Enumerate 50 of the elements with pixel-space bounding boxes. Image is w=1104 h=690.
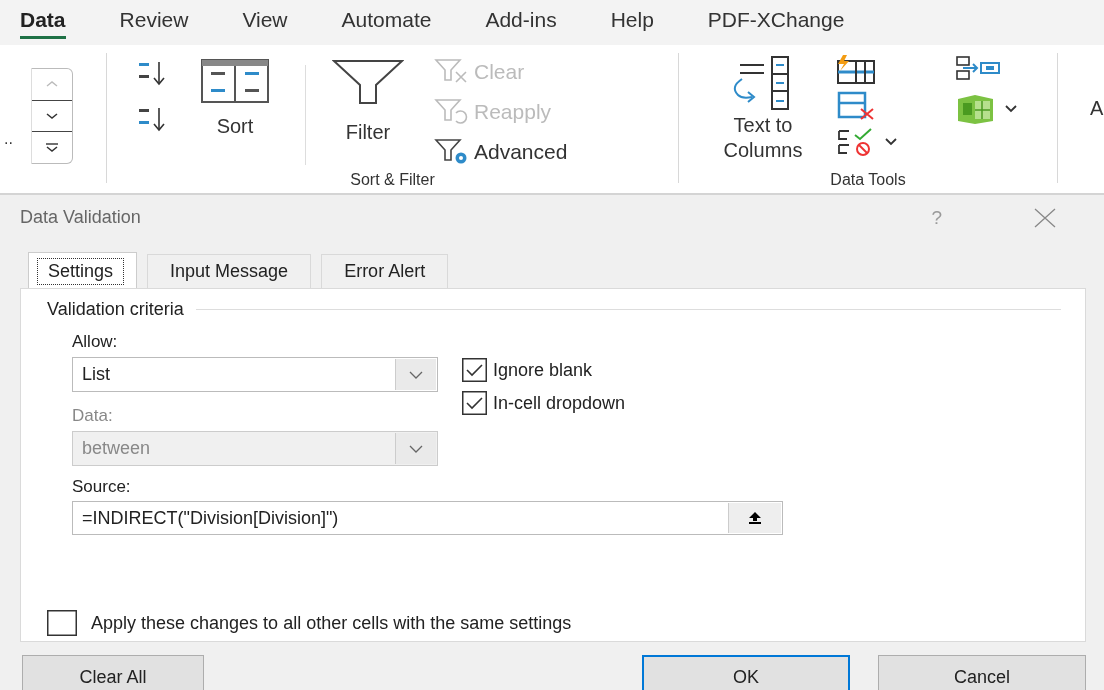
dialog-tab[interactable]: Settings (28, 252, 138, 289)
gallery-item-fragment: .. (4, 130, 13, 148)
filter-button[interactable]: Filter (332, 55, 404, 144)
chevron-down-icon (408, 443, 424, 454)
relationships-icon[interactable] (955, 55, 1003, 81)
caret-icon[interactable] (1003, 103, 1019, 115)
dialog-button[interactable]: Clear All (22, 655, 204, 690)
sort-button[interactable]: Sort (201, 55, 269, 138)
ribbon-tab[interactable]: PDF-XChange (707, 0, 845, 39)
filter-command: Reapply (434, 95, 568, 129)
checkbox-label: Ignore blank (493, 359, 593, 381)
ribbon-command-fragment[interactable]: A (1090, 97, 1104, 193)
section-title: Validation criteria (47, 299, 184, 320)
source-field[interactable]: =INDIRECT("Division[Division]") (72, 501, 783, 535)
checkbox-label: Apply these changes to all other cells with the same settings (91, 612, 572, 634)
sort-grid-icon (201, 59, 269, 103)
checkbox[interactable] (462, 358, 487, 382)
chevron-down-icon (408, 369, 424, 380)
dialog-tab[interactable]: Input Message (147, 254, 312, 288)
ribbon-tab[interactable]: Data (20, 0, 66, 39)
filter-command: Clear (434, 55, 568, 89)
caret-icon[interactable] (883, 136, 899, 148)
dialog-button[interactable]: Cancel (878, 655, 1086, 690)
collapse-button[interactable] (728, 503, 781, 533)
refresh-filter-icon (434, 98, 468, 126)
close-icon[interactable] (1032, 206, 1058, 229)
up-arrow-icon (748, 511, 762, 525)
funnel-gear-icon (434, 138, 468, 166)
dialog-title: Data Validation (20, 207, 142, 228)
dropdown[interactable]: List (72, 357, 438, 392)
field-label: Data: (72, 406, 114, 427)
checkbox[interactable] (47, 610, 77, 636)
ribbon-tab[interactable]: View (242, 0, 288, 39)
group-label: Sort & Filter (349, 171, 436, 190)
ribbon-tab[interactable]: Add-ins (485, 0, 557, 39)
ribbon-tab[interactable]: Review (119, 0, 189, 39)
ribbon-tab[interactable]: Help (610, 0, 654, 39)
dialog-tab[interactable]: Error Alert (321, 254, 449, 288)
text-to-columns-button[interactable]: Text to Columns (693, 55, 833, 163)
checkbox-label: In-cell dropdown (493, 392, 626, 414)
ribbon-tab[interactable]: Automate (341, 0, 432, 39)
checkbox[interactable] (462, 391, 487, 415)
dropdown: between (72, 431, 438, 466)
filter-command[interactable]: Advanced (434, 135, 568, 169)
field-label: Source: (72, 477, 132, 498)
funnel-icon (332, 59, 404, 105)
dialog-button[interactable]: OK (642, 655, 850, 690)
flash-fill-icon[interactable] (835, 55, 877, 85)
field-label: Allow: (72, 332, 119, 353)
group-label: Data Tools (829, 171, 907, 190)
